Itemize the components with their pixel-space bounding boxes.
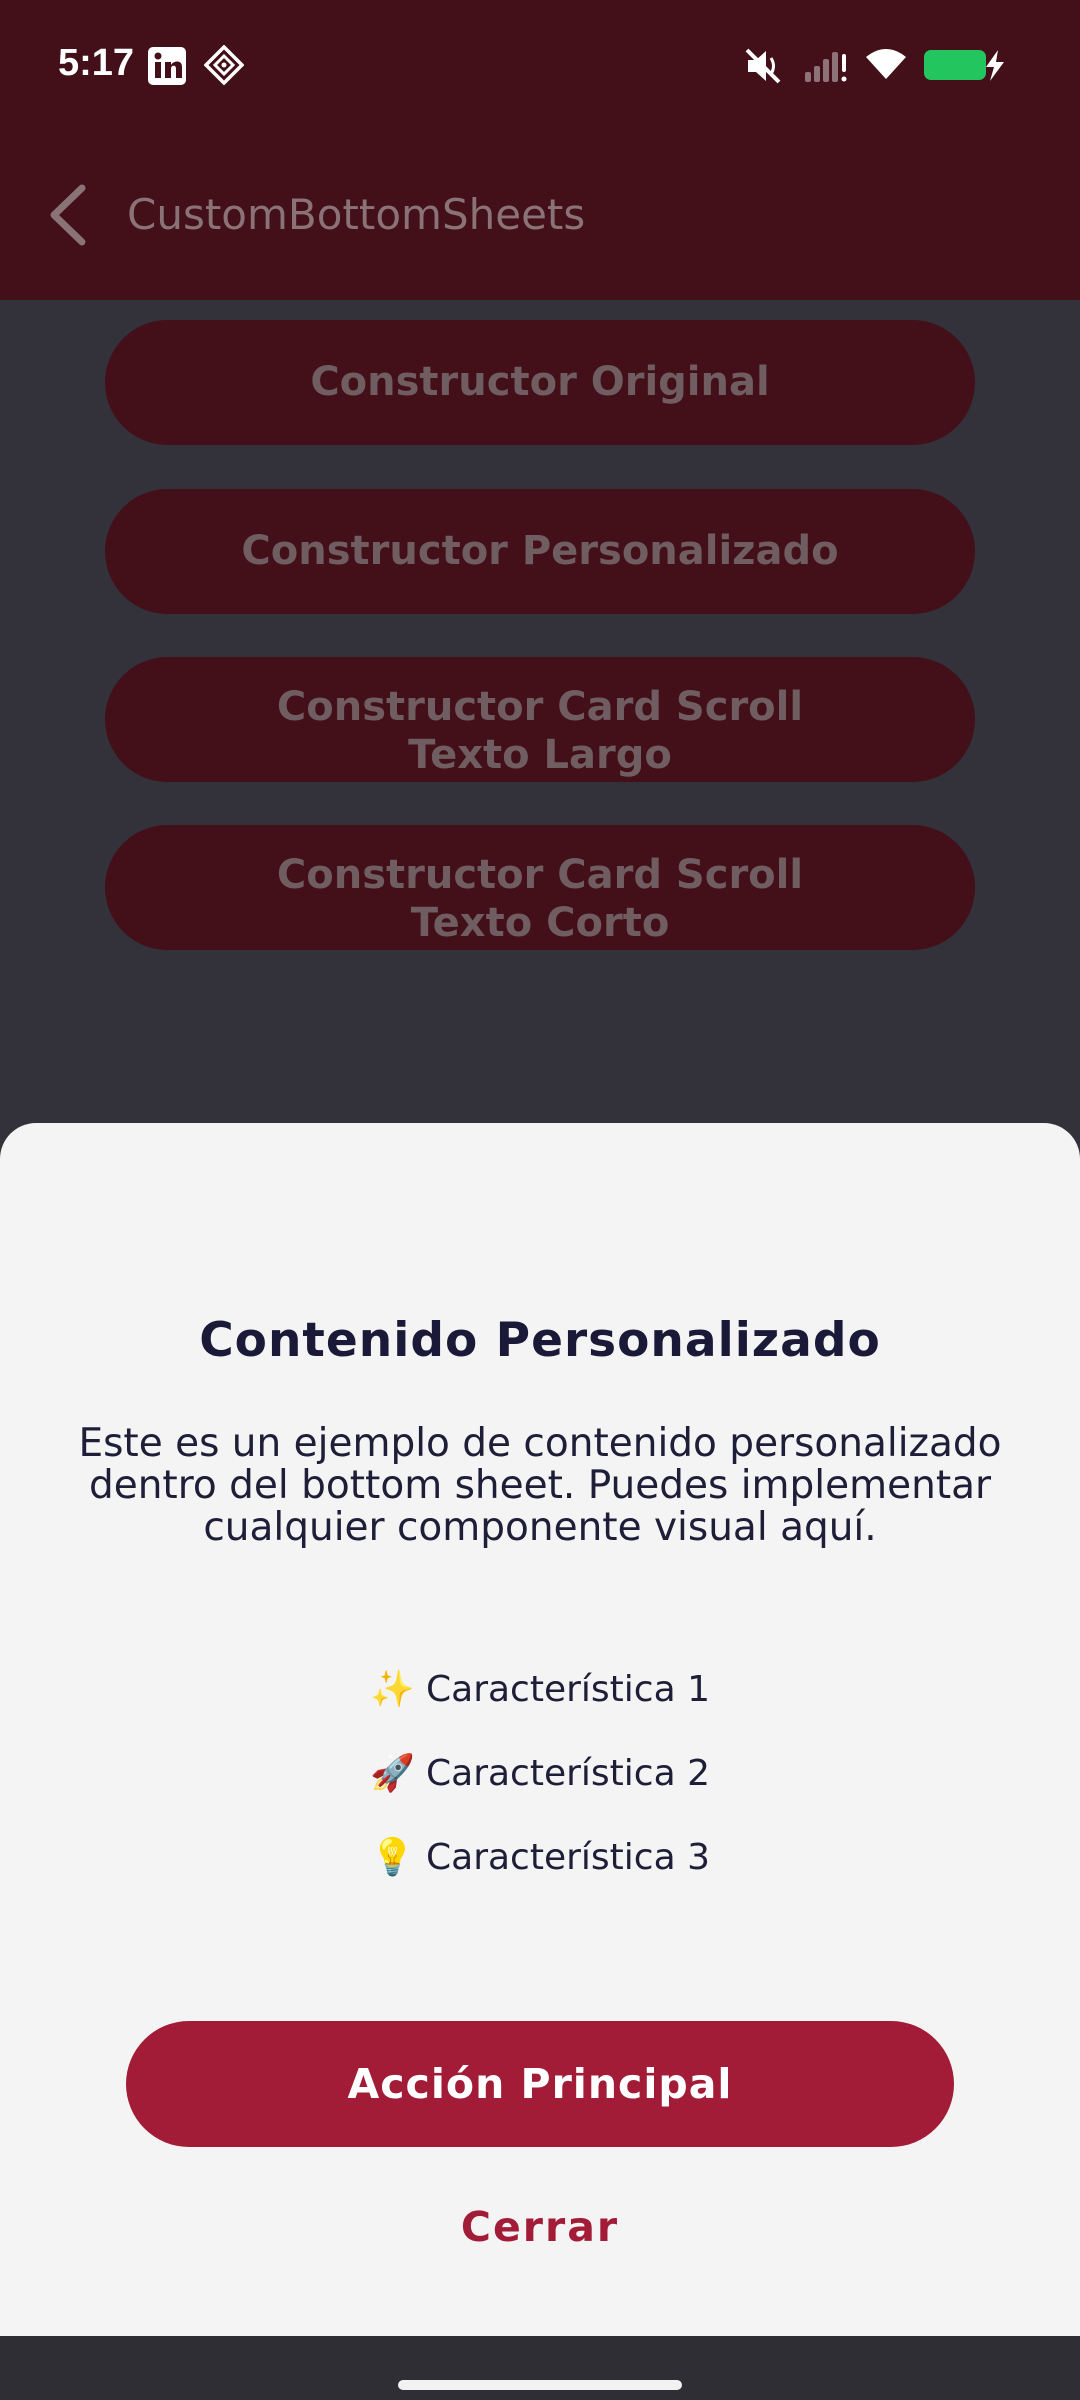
close-button[interactable]: Cerrar (0, 2203, 1080, 2251)
status-bar: 5:17 (0, 0, 1080, 130)
feature-label: Característica 1 (426, 1669, 710, 1710)
bottom-sheet: Contenido Personalizado Este es un ejemp… (0, 1123, 1080, 2336)
wifi-icon (864, 47, 908, 85)
rocket-icon: 🚀 (370, 1753, 415, 1794)
primary-action-button[interactable]: Acción Principal (126, 2021, 954, 2147)
button-label: Constructor Card Scroll Texto Largo (276, 684, 804, 778)
feature-item: 💡 Característica 3 (370, 1836, 770, 1878)
feature-item: ✨ Característica 1 (370, 1668, 770, 1710)
linkedin-icon (148, 47, 186, 89)
feature-item: 🚀 Característica 2 (370, 1752, 770, 1794)
feature-label: Característica 2 (426, 1753, 710, 1794)
sheet-description: Este es un ejemplo de contenido personal… (78, 1421, 1002, 1550)
constructor-card-scroll-texto-largo-button[interactable]: Constructor Card Scroll Texto Largo (105, 657, 975, 782)
sheet-title: Contenido Personalizado (199, 1313, 881, 1368)
mute-icon (745, 48, 783, 88)
light-bulb-icon: 💡 (370, 1837, 415, 1878)
top-area: 5:17 CustomBottomSheets (0, 0, 1080, 300)
button-label: Constructor Original (310, 359, 770, 405)
home-indicator[interactable] (398, 2380, 682, 2390)
battery-charging-icon (922, 48, 1008, 86)
back-button[interactable] (40, 180, 110, 250)
status-time: 5:17 (58, 42, 135, 84)
feature-label: Característica 3 (426, 1837, 710, 1878)
app-bar: CustomBottomSheets (0, 130, 1080, 300)
sparkles-icon: ✨ (370, 1669, 415, 1710)
constructor-card-scroll-texto-corto-button[interactable]: Constructor Card Scroll Texto Corto (105, 825, 975, 950)
constructor-original-button[interactable]: Constructor Original (105, 320, 975, 445)
constructor-personalizado-button[interactable]: Constructor Personalizado (105, 489, 975, 614)
button-label: Constructor Personalizado (241, 528, 839, 574)
page-title: CustomBottomSheets (127, 190, 586, 239)
chevron-left-icon (50, 184, 86, 246)
app-notification-icon (203, 44, 245, 89)
cellular-signal-icon (803, 48, 849, 88)
button-label: Constructor Card Scroll Texto Corto (276, 852, 804, 946)
navigation-bar (0, 2336, 1080, 2400)
